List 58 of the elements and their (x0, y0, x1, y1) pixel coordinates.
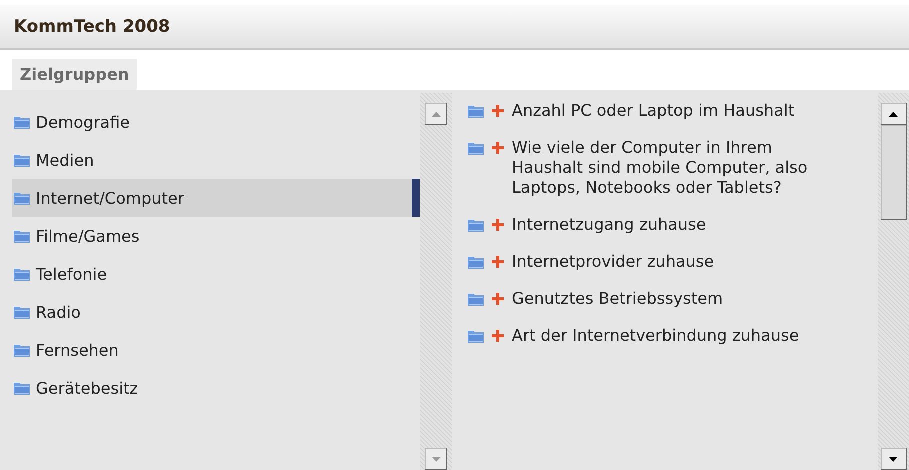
down-arrow-icon (889, 456, 898, 462)
folder-icon (468, 330, 484, 343)
category-item[interactable]: Demografie (12, 103, 420, 141)
plus-icon[interactable] (492, 219, 504, 231)
category-label: Fernsehen (36, 340, 119, 360)
category-item[interactable]: Medien (12, 141, 420, 179)
category-item[interactable]: Filme/Games (12, 217, 420, 255)
question-item[interactable]: Anzahl PC oder Laptop im Haushalt (468, 101, 874, 121)
tab[interactable]: Zielgruppen (12, 59, 138, 90)
folder-icon (14, 268, 30, 280)
down-arrow-icon (432, 456, 440, 462)
scrollbar[interactable] (878, 93, 909, 470)
folder-icon (14, 192, 30, 204)
plus-icon[interactable] (492, 105, 504, 117)
up-arrow-icon (432, 112, 440, 116)
plus-icon[interactable] (492, 256, 504, 268)
folder-icon (14, 382, 30, 394)
question-label: Internetzugang zuhause (512, 215, 708, 235)
folder-icon (14, 306, 30, 318)
folder-icon (14, 230, 30, 242)
folder-icon (468, 219, 484, 232)
category-item[interactable]: Internet/Computer (12, 179, 420, 217)
category-label: Gerätebesitz (36, 378, 138, 398)
question-item[interactable]: Internetprovider zuhause (468, 252, 874, 272)
question-label: Internetprovider zuhause (512, 252, 716, 272)
folder-icon (468, 293, 484, 306)
category-label: Radio (36, 302, 81, 322)
question-label: Anzahl PC oder Laptop im Haushalt (512, 101, 796, 121)
scroll-thumb[interactable] (880, 125, 906, 220)
folder-icon (14, 116, 30, 128)
plus-icon[interactable] (492, 330, 504, 342)
category-label: Demografie (36, 112, 130, 132)
category-label: Internet/Computer (36, 188, 184, 208)
category-item[interactable]: Fernsehen (12, 331, 420, 369)
category-label: Telefonie (36, 264, 108, 284)
folder-icon (468, 142, 484, 155)
category-label: Medien (36, 150, 94, 170)
question-label: Genutztes Betriebssystem (512, 289, 724, 309)
category-item[interactable]: Telefonie (12, 255, 420, 293)
folder-icon (14, 154, 30, 166)
folder-icon (14, 344, 30, 356)
category-item[interactable]: Radio (12, 293, 420, 331)
question-item[interactable]: Internetzugang zuhause (468, 215, 874, 235)
window-title: KommTech 2008 (14, 16, 170, 36)
scroll-up-button[interactable] (880, 103, 906, 125)
up-arrow-icon (889, 112, 898, 116)
question-item[interactable]: Art der Internetverbindung zuhause (468, 326, 874, 346)
category-label: Filme/Games (36, 226, 140, 246)
folder-icon (468, 256, 484, 269)
plus-icon[interactable] (492, 142, 504, 154)
category-item[interactable]: Gerätebesitz (12, 369, 420, 407)
folder-icon (468, 105, 484, 118)
scroll-down-button[interactable] (880, 448, 906, 470)
question-label: Wie viele der Computer in Ihrem Haushalt sind mobile Computer, also Laptops, Notebooks oder Tablets? (512, 138, 809, 198)
question-item[interactable]: Genutztes Betriebssystem (468, 289, 874, 309)
plus-icon[interactable] (492, 293, 504, 305)
question-item[interactable]: Wie viele der Computer in Ihrem Haushalt sind mobile Computer, also Laptops, Notebooks oder Tablets? (468, 138, 874, 198)
question-label: Art der Internetverbindung zuhause (512, 326, 800, 346)
